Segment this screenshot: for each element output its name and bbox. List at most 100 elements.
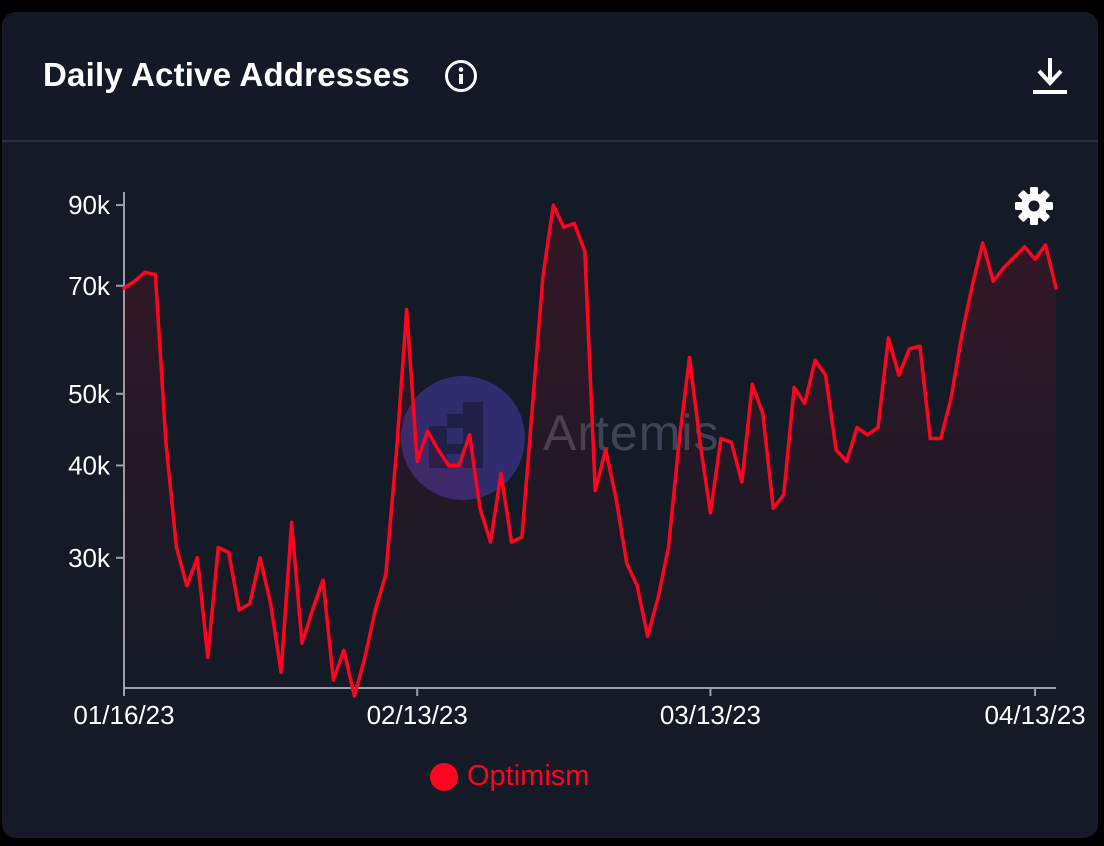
info-circle-icon[interactable] <box>444 59 478 93</box>
data-point <box>771 506 775 510</box>
data-point <box>216 545 220 549</box>
data-point <box>907 347 911 351</box>
data-point <box>1012 255 1016 259</box>
data-point <box>237 608 241 612</box>
data-point <box>489 540 493 544</box>
data-point <box>436 448 440 452</box>
data-point <box>405 308 409 312</box>
data-point <box>939 437 943 441</box>
x-tick-label: 04/13/23 <box>984 700 1085 730</box>
data-point <box>510 540 514 544</box>
data-point <box>530 405 534 409</box>
card-header: Daily Active Addresses <box>2 12 1098 142</box>
data-point <box>991 279 995 283</box>
legend-swatch <box>430 762 458 791</box>
y-tick-label: 50k <box>68 379 111 409</box>
data-point <box>656 596 660 600</box>
data-point <box>258 556 262 560</box>
y-tick-label: 40k <box>68 450 111 480</box>
data-point <box>803 402 807 406</box>
data-point <box>719 437 723 441</box>
data-point <box>677 440 681 444</box>
data-point <box>520 535 524 539</box>
data-point <box>206 655 210 659</box>
data-point <box>866 433 870 437</box>
data-point <box>918 344 922 348</box>
x-tick-label: 02/13/23 <box>367 700 468 730</box>
data-point <box>185 584 189 588</box>
data-point <box>824 373 828 377</box>
data-point <box>227 551 231 555</box>
data-point <box>750 382 754 386</box>
data-point <box>897 373 901 377</box>
data-point <box>813 358 817 362</box>
data-point <box>269 602 273 606</box>
data-point <box>195 556 199 560</box>
data-point <box>960 333 964 337</box>
data-point <box>667 545 671 549</box>
data-point <box>593 489 597 493</box>
x-tick-label: 03/13/23 <box>660 700 761 730</box>
data-point <box>845 459 849 463</box>
data-point <box>625 561 629 565</box>
data-point <box>373 608 377 612</box>
download-icon[interactable] <box>1032 56 1068 96</box>
data-point <box>174 545 178 549</box>
data-point <box>415 459 419 463</box>
legend-item-optimism[interactable]: Optimism <box>430 760 589 793</box>
legend-label: Optimism <box>467 760 590 792</box>
data-point <box>1023 245 1027 249</box>
data-point <box>394 452 398 456</box>
data-point <box>164 440 168 444</box>
data-point <box>426 429 430 433</box>
data-point <box>541 275 545 279</box>
chart-card: Daily Active Addresses Artemis 30k 40k 50k… <box>2 12 1098 838</box>
data-point <box>876 426 880 430</box>
data-point <box>457 463 461 467</box>
data-point <box>572 221 576 225</box>
data-point <box>342 648 346 652</box>
data-point <box>949 395 953 399</box>
data-point <box>698 440 702 444</box>
data-point <box>834 448 838 452</box>
data-point <box>133 279 137 283</box>
data-point <box>1033 257 1037 261</box>
line-chart: 30k 40k 50k 70k 90k 01/16/23 02/13/23 03/13/23 0… <box>68 190 1086 730</box>
data-point <box>384 572 388 576</box>
data-point <box>635 584 639 588</box>
data-point <box>782 493 786 497</box>
data-point <box>886 336 890 340</box>
data-point <box>122 286 126 290</box>
data-point <box>1054 286 1058 290</box>
data-point <box>248 602 252 606</box>
data-point <box>279 670 283 674</box>
data-point <box>646 634 650 638</box>
data-point <box>311 608 315 612</box>
x-tick-label: 01/16/23 <box>73 700 174 730</box>
chart-area: Artemis 30k 40k 50k 70k 90k 01/16/23 02/13/23 0… <box>2 142 1098 838</box>
data-point <box>143 270 147 274</box>
data-point <box>1044 243 1048 247</box>
data-point <box>1002 266 1006 270</box>
data-point <box>290 520 294 524</box>
data-point <box>321 578 325 582</box>
data-point <box>792 385 796 389</box>
data-point <box>928 437 932 441</box>
data-point <box>583 249 587 253</box>
data-point <box>331 678 335 682</box>
gear-icon[interactable] <box>1014 186 1054 226</box>
y-tick-label: 70k <box>68 271 111 301</box>
data-point <box>708 511 712 515</box>
data-point <box>352 694 356 698</box>
data-point <box>970 284 974 288</box>
data-point <box>468 433 472 437</box>
data-point <box>740 480 744 484</box>
y-tick-label: 30k <box>68 543 111 573</box>
data-point <box>614 497 618 501</box>
data-point <box>551 203 555 207</box>
data-point <box>981 241 985 245</box>
chart-title: Daily Active Addresses <box>43 56 410 93</box>
data-point <box>363 655 367 659</box>
data-point <box>604 448 608 452</box>
y-tick-label: 90k <box>68 190 111 220</box>
